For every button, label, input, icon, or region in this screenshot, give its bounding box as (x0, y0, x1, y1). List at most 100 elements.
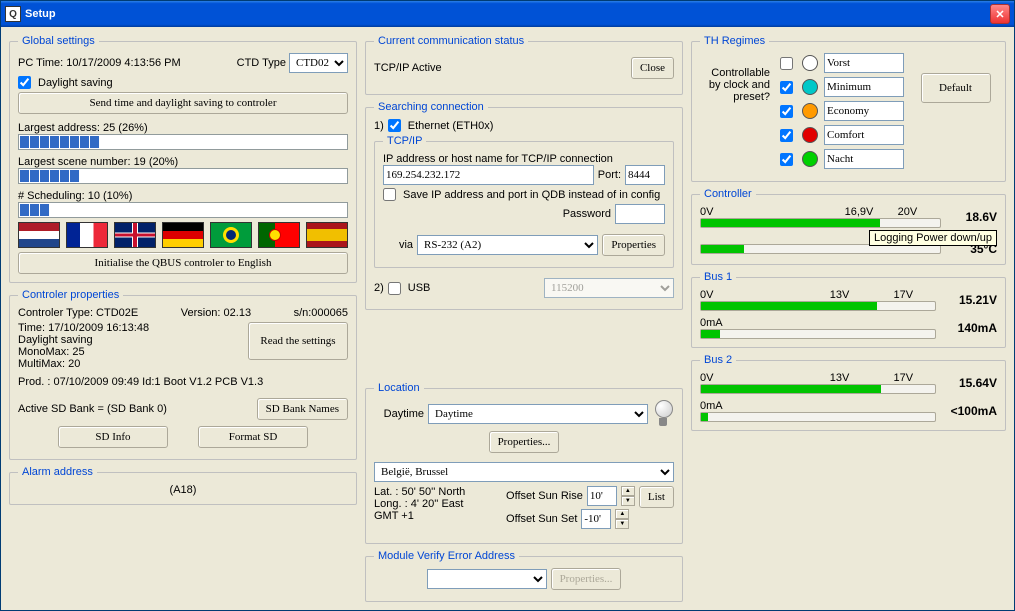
via-label: via (383, 239, 413, 251)
daylight-checkbox[interactable] (18, 76, 31, 89)
sunset-input[interactable] (581, 509, 611, 529)
regime-color-icon (802, 79, 818, 95)
regime-name-input[interactable] (824, 125, 904, 145)
list-button[interactable]: List (639, 486, 674, 508)
app-icon: Q (5, 6, 21, 22)
th-legend: TH Regimes (700, 35, 769, 47)
tcpip-legend: TCP/IP (383, 135, 426, 147)
th-regime-row (780, 149, 904, 169)
location-group: Location Daytime Daytime Properties... B… (365, 382, 683, 544)
controller-gauge-legend: Controller (700, 188, 756, 200)
regime-name-input[interactable] (824, 77, 904, 97)
daytime-select[interactable]: Daytime (428, 404, 648, 424)
location-props-button[interactable]: Properties... (489, 431, 560, 453)
regime-checkbox[interactable] (780, 81, 793, 94)
close-icon[interactable]: ✕ (990, 4, 1010, 24)
bus2-current: <100mA (942, 404, 997, 418)
ip-label: IP address or host name for TCP/IP conne… (383, 153, 665, 165)
long-text: Long. : 4' 20'' East (374, 498, 502, 510)
eth-num: 1) (374, 120, 384, 132)
flag-br-icon[interactable] (210, 222, 252, 248)
flag-de-icon[interactable] (162, 222, 204, 248)
comm-legend: Current communication status (374, 35, 528, 47)
largest-addr-bar (18, 134, 348, 150)
via-select[interactable]: RS-232 (A2) (417, 235, 598, 255)
port-input[interactable] (625, 165, 665, 185)
sdbank-names-button[interactable]: SD Bank Names (257, 398, 348, 420)
regime-checkbox[interactable] (780, 105, 793, 118)
prod-info: Prod. : 07/10/2009 09:49 Id:1 Boot V1.2 … (18, 376, 348, 388)
sd-info-button[interactable]: SD Info (58, 426, 168, 448)
multimax: MultiMax: 20 (18, 358, 240, 370)
th-regime-row (780, 77, 904, 97)
controller-gauge-group: Controller 0V16,9V20V 18.6V Logging Powe… (691, 188, 1006, 265)
bus2-legend: Bus 2 (700, 354, 736, 366)
module-legend: Module Verify Error Address (374, 550, 519, 562)
default-button[interactable]: Default (921, 73, 991, 103)
lat-text: Lat. : 50' 50'' North (374, 486, 502, 498)
regime-checkbox[interactable] (780, 57, 793, 70)
save-ip-label: Save IP address and port in QDB instead … (403, 189, 660, 201)
sdbank-label: Active SD Bank = (SD Bank 0) (18, 403, 167, 415)
window-title: Setup (25, 8, 990, 20)
ctd-type-select[interactable]: CTD02 (289, 53, 348, 73)
bus1-voltage: 15.21V (942, 293, 997, 307)
bus1-legend: Bus 1 (700, 271, 736, 283)
regime-name-input[interactable] (824, 53, 904, 73)
flag-uk-icon[interactable] (114, 222, 156, 248)
scheduling-label: # Scheduling: 10 (10%) (18, 190, 348, 202)
scheduling-bar (18, 202, 348, 218)
regime-color-icon (802, 103, 818, 119)
regime-checkbox[interactable] (780, 129, 793, 142)
ip-input[interactable] (383, 165, 594, 185)
save-ip-checkbox[interactable] (383, 188, 396, 201)
comm-close-button[interactable]: Close (631, 57, 674, 79)
flag-nl-icon[interactable] (18, 222, 60, 248)
ethernet-checkbox[interactable] (388, 119, 401, 132)
usb-checkbox[interactable] (388, 282, 401, 295)
port-label: Port: (598, 169, 621, 181)
regime-color-icon (802, 127, 818, 143)
bus2-voltage: 15.64V (942, 376, 997, 390)
send-time-button[interactable]: Send time and daylight saving to control… (18, 92, 348, 114)
regime-color-icon (802, 151, 818, 167)
flag-pt-icon[interactable] (258, 222, 300, 248)
module-verify-group: Module Verify Error Address Properties..… (365, 550, 683, 602)
bus2-group: Bus 2 0V13V17V 15.64V 0mA <100mA (691, 354, 1006, 431)
sunrise-input[interactable] (587, 486, 617, 506)
sunrise-spinner[interactable]: ▲▼ (621, 486, 635, 506)
flag-es-icon[interactable] (306, 222, 348, 248)
flag-fr-icon[interactable] (66, 222, 108, 248)
th-regimes-group: TH Regimes Controllable by clock and pre… (691, 35, 1006, 182)
controller-time: Time: 17/10/2009 16:13:48 (18, 322, 240, 334)
bus1-current: 140mA (942, 321, 997, 335)
regime-name-input[interactable] (824, 101, 904, 121)
password-input[interactable] (615, 204, 665, 224)
flag-row (18, 222, 348, 248)
pc-time-label: PC Time: (18, 57, 63, 69)
largest-scene-bar (18, 168, 348, 184)
pc-time-value: 10/17/2009 4:13:56 PM (66, 57, 180, 69)
tooltip: Logging Power down/up (869, 230, 997, 246)
regime-checkbox[interactable] (780, 153, 793, 166)
comm-status-text: TCP/IP Active (374, 62, 442, 74)
controller-type: Controler Type: CTD02E (18, 307, 138, 319)
city-select[interactable]: België, Brussel (374, 462, 674, 482)
sunset-spinner[interactable]: ▲▼ (615, 509, 629, 529)
format-sd-button[interactable]: Format SD (198, 426, 308, 448)
search-legend: Searching connection (374, 101, 488, 113)
largest-scene-label: Largest scene number: 19 (20%) (18, 156, 348, 168)
alarm-group: Alarm address (A18) (9, 466, 357, 505)
properties-button[interactable]: Properties (602, 234, 665, 256)
regime-name-input[interactable] (824, 149, 904, 169)
ctd-type-label: CTD Type (237, 57, 286, 69)
th-regime-row (780, 125, 904, 145)
module-addr-select[interactable] (427, 569, 547, 589)
init-english-button[interactable]: Initialise the QBUS controler to English (18, 252, 348, 274)
daytime-label: Daytime (374, 408, 424, 420)
password-label: Password (563, 208, 611, 220)
read-settings-button[interactable]: Read the settings (248, 322, 348, 360)
usb-label: USB (408, 282, 540, 294)
largest-addr-label: Largest address: 25 (26%) (18, 122, 348, 134)
location-legend: Location (374, 382, 424, 394)
